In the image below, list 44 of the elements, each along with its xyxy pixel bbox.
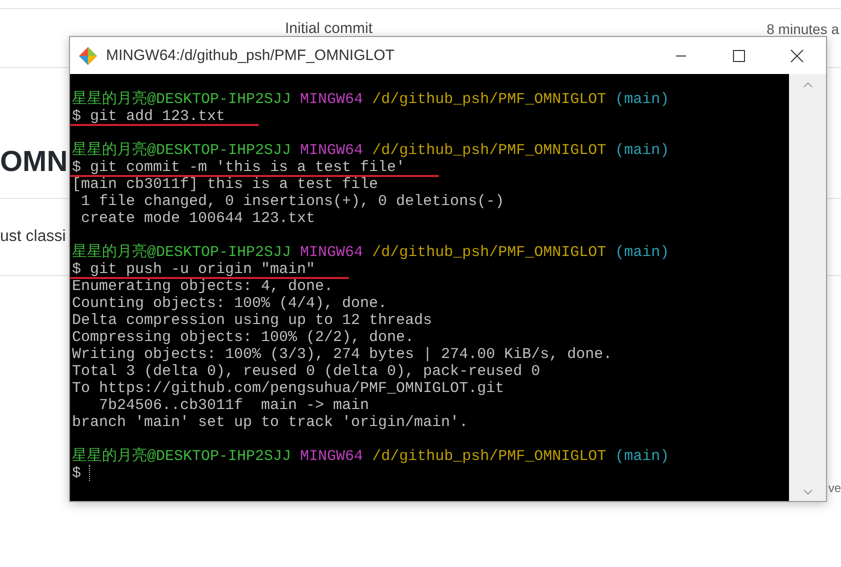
output-text: Total 3 (delta 0), reused 0 (delta 0), pack-reused 0 [72,363,540,380]
repo-description: ust classi [0,228,66,246]
output-text: 1 file changed, 0 insertions(+), 0 deletions(-) [80,193,504,210]
prompt-user: 星星的月亮@DESKTOP-IHP2SJJ [72,448,292,465]
repo-heading: OMN [0,145,68,180]
output-text: Compressing objects: 100% (2/2), done. [72,329,414,346]
output-text: Enumerating objects: 4, done. [72,278,334,295]
prompt-user: 星星的月亮@DESKTOP-IHP2SJJ [72,142,292,159]
prompt-system: MINGW64 [300,91,364,108]
output-text: Delta compression using up to 12 threads [72,312,432,329]
side-text: ve [828,481,841,495]
prompt-branch: (main) [615,142,670,159]
output-text: To https://github.com/pengsuhua/PMF_OMNIGLOT.git [72,380,504,397]
maximize-icon [733,50,745,62]
command-text: $ [72,465,82,482]
output-text: branch 'main' set up to track 'origin/main'. [72,414,468,431]
commit-message: Initial commit [285,21,373,37]
prompt-path: /d/github_psh/PMF_OMNIGLOT [372,448,606,465]
prompt-path: /d/github_psh/PMF_OMNIGLOT [372,142,606,159]
prompt-branch: (main) [615,244,670,261]
scroll-up-icon[interactable] [802,82,812,88]
command-text: $ git push -u origin "main" [72,261,316,278]
prompt-branch: (main) [615,91,670,108]
scrollbar[interactable] [789,74,826,501]
prompt-user: 星星的月亮@DESKTOP-IHP2SJJ [72,91,292,108]
prompt-system: MINGW64 [300,142,364,159]
output-text: Writing objects: 100% (3/3), 274 bytes | 274.00 KiB/s, done. [72,346,612,363]
command-text: $ git commit -m 'this is a test file' [72,159,406,176]
prompt-branch: (main) [615,448,670,465]
prompt-system: MINGW64 [300,448,364,465]
git-logo-icon [78,46,98,66]
prompt-system: MINGW64 [300,244,364,261]
output-text: [main cb3011f] this is a test file [72,176,378,193]
output-text: 7b24506..cb3011f main -> main [98,397,370,414]
prompt-path: /d/github_psh/PMF_OMNIGLOT [372,244,606,261]
window-title: MINGW64:/d/github_psh/PMF_OMNIGLOT [106,47,394,64]
prompt-user: 星星的月亮@DESKTOP-IHP2SJJ [72,244,292,261]
scroll-down-icon[interactable] [802,489,812,495]
output-text: create mode 100644 123.txt [80,210,316,227]
output-text: Counting objects: 100% (4/4), done. [72,295,388,312]
close-icon [790,48,804,62]
prompt-path: /d/github_psh/PMF_OMNIGLOT [372,91,606,108]
commit-time: 8 minutes a [766,21,839,37]
command-text: $ git add 123.txt [72,108,226,125]
